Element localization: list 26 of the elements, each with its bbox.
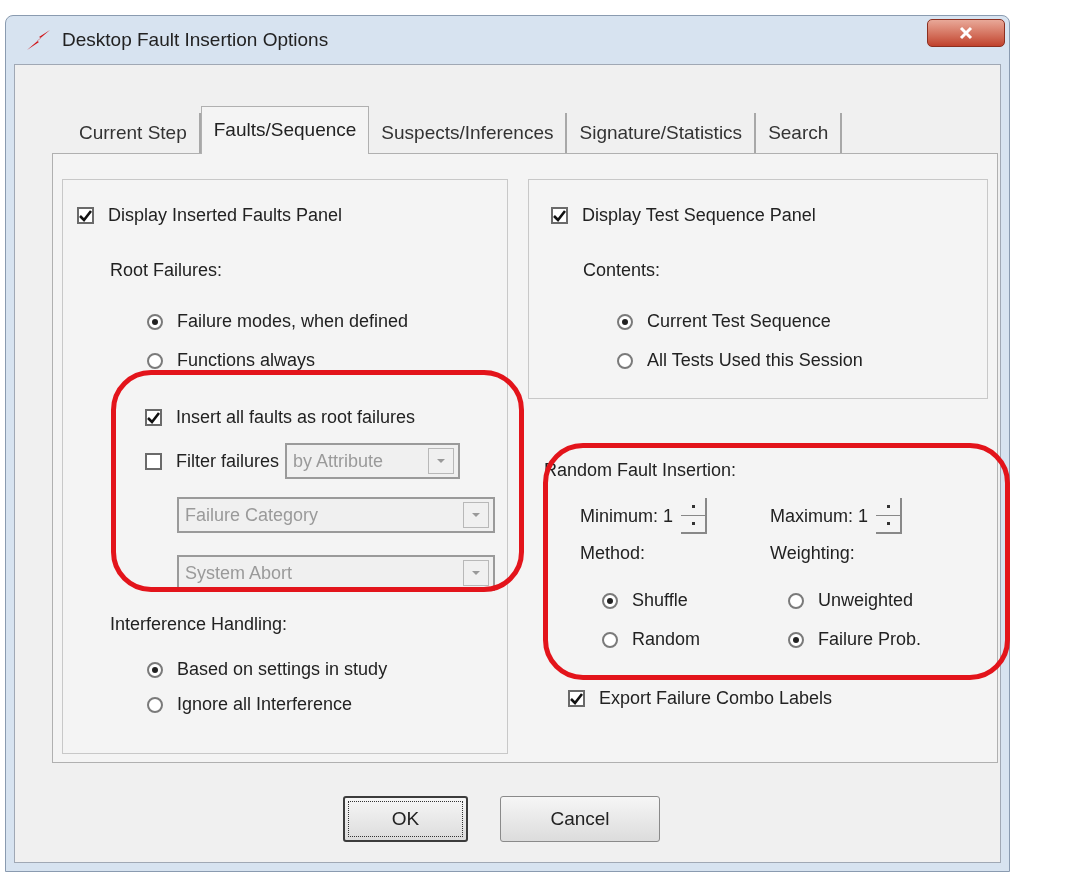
section-label: Interference Handling: bbox=[110, 613, 289, 636]
radio-label: Shuffle bbox=[632, 589, 688, 612]
spinner-label: Maximum: 1 bbox=[770, 504, 868, 528]
radio-label: Functions always bbox=[177, 349, 316, 372]
section-label: Contents: bbox=[583, 259, 662, 282]
checkbox-label: Insert all faults as root failures bbox=[176, 406, 416, 429]
spinner-label: Minimum: 1 bbox=[580, 504, 673, 528]
radio-label: Failure Prob. bbox=[818, 628, 922, 651]
radio-label: Based on settings in study bbox=[177, 658, 388, 681]
section-label: Weighting: bbox=[770, 542, 856, 565]
radio-label: Unweighted bbox=[818, 589, 914, 612]
radio-label: Current Test Sequence bbox=[647, 310, 831, 333]
radio-label: Ignore all Interference bbox=[177, 693, 353, 716]
checkbox-label: Export Failure Combo Labels bbox=[599, 687, 833, 710]
window-title: Desktop Fault Insertion Options bbox=[62, 27, 329, 52]
radio-label: Random bbox=[632, 628, 701, 651]
checkbox-label: Filter failures bbox=[176, 449, 280, 473]
section-label: Method: bbox=[580, 542, 647, 565]
checkbox-label: Display Inserted Faults Panel bbox=[108, 204, 343, 227]
tab[interactable]: Faults/Sequence bbox=[200, 106, 370, 154]
section-label: Root Failures: bbox=[110, 259, 224, 282]
radio-label: Failure modes, when defined bbox=[177, 310, 409, 333]
dialog-button[interactable]: Cancel bbox=[500, 796, 660, 842]
checkbox-label: Display Test Sequence Panel bbox=[582, 204, 816, 227]
radio-label: All Tests Used this Session bbox=[647, 349, 863, 372]
dialog-button[interactable]: OK bbox=[343, 796, 468, 842]
